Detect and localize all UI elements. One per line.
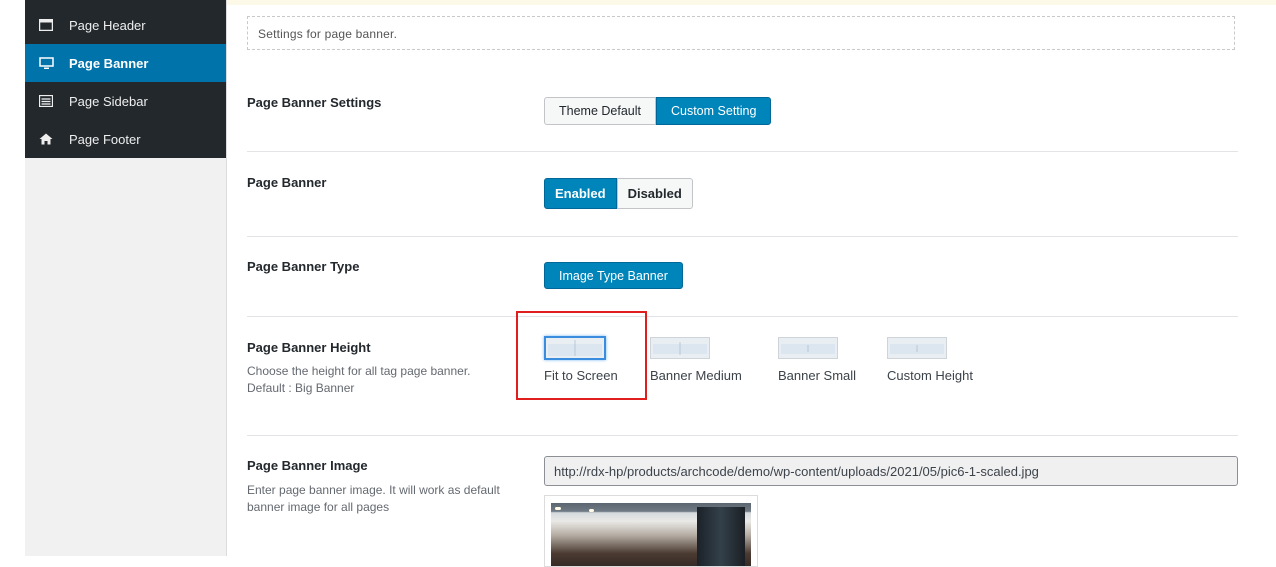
- banner-settings-button-group: Theme Default Custom Setting: [544, 97, 772, 125]
- banner-medium-thumbnail: [650, 337, 710, 359]
- banner-settings-title: Page Banner Settings: [247, 95, 382, 110]
- custom-setting-button[interactable]: Custom Setting: [655, 97, 772, 125]
- row-divider: [247, 151, 1238, 152]
- options-sidebar: Page Header Page Banner Page Sidebar Pag…: [25, 0, 226, 158]
- banner-preview-photo: [551, 503, 751, 566]
- sidebar-item-label: Page Header: [69, 17, 146, 33]
- sidebar-item-page-footer[interactable]: Page Footer: [25, 120, 226, 158]
- row-divider: [247, 316, 1238, 317]
- theme-default-button[interactable]: Theme Default: [544, 97, 656, 125]
- banner-image-url-field[interactable]: [544, 456, 1238, 486]
- banner-type-title: Page Banner Type: [247, 259, 360, 274]
- sidebar-item-page-banner[interactable]: Page Banner: [25, 44, 226, 82]
- banner-medium-label: Banner Medium: [650, 368, 742, 383]
- disabled-button[interactable]: Disabled: [616, 178, 693, 209]
- banner-toggle-button-group: Enabled Disabled: [544, 178, 693, 209]
- banner-height-description: Choose the height for all tag page banne…: [247, 363, 532, 397]
- banner-height-description-line1: Choose the height for all tag page banne…: [247, 364, 471, 378]
- home-icon: [38, 131, 54, 147]
- sidebar-item-label: Page Sidebar: [69, 93, 148, 109]
- image-type-banner-button[interactable]: Image Type Banner: [544, 262, 683, 289]
- height-option-banner-medium[interactable]: Banner Medium: [650, 337, 742, 383]
- sidebar-empty-area: [25, 158, 226, 556]
- banner-height-title: Page Banner Height: [247, 340, 371, 355]
- sidebar-list-icon: [38, 93, 54, 109]
- banner-image-title: Page Banner Image: [247, 458, 368, 473]
- left-gutter: [0, 0, 25, 556]
- custom-height-thumbnail: [887, 337, 947, 359]
- page-banner-title: Page Banner: [247, 175, 327, 190]
- section-description: Settings for page banner.: [247, 16, 1235, 50]
- banner-small-label: Banner Small: [778, 368, 857, 383]
- row-divider: [247, 435, 1238, 436]
- banner-small-thumbnail: [778, 337, 838, 359]
- row-divider: [247, 236, 1238, 237]
- enabled-button[interactable]: Enabled: [544, 178, 617, 209]
- banner-image-preview: [544, 495, 758, 567]
- sidebar-divider: [226, 0, 227, 556]
- sidebar-item-page-sidebar[interactable]: Page Sidebar: [25, 82, 226, 120]
- sidebar-item-page-header[interactable]: Page Header: [25, 6, 226, 44]
- banner-height-description-line2: Default : Big Banner: [247, 381, 355, 395]
- header-window-icon: [38, 17, 54, 33]
- selection-highlight-box: [516, 311, 647, 400]
- height-option-custom-height[interactable]: Custom Height: [887, 337, 973, 383]
- banner-type-button-group: Image Type Banner: [544, 262, 683, 289]
- custom-height-label: Custom Height: [887, 368, 973, 383]
- monitor-icon: [38, 55, 54, 71]
- sidebar-item-label: Page Footer: [69, 131, 141, 147]
- height-option-banner-small[interactable]: Banner Small: [778, 337, 856, 383]
- sidebar-item-label: Page Banner: [69, 55, 149, 71]
- banner-image-description: Enter page banner image. It will work as…: [247, 483, 500, 514]
